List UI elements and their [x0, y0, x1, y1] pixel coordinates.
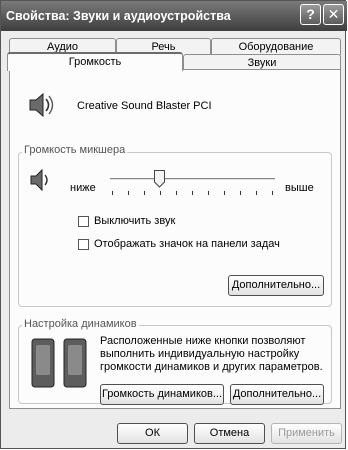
title-bar[interactable]: Свойства: Звуки и аудиоустройства ? ✕ [1, 1, 347, 31]
ok-button[interactable]: ОК [117, 423, 188, 444]
window-title: Свойства: Звуки и аудиоустройства [6, 9, 231, 23]
speaker-settings-label: Настройка динамиков [22, 318, 139, 330]
tray-icon-label[interactable]: Отображать значок на панели задач [94, 238, 280, 250]
volume-slider-track[interactable] [110, 178, 275, 181]
slider-tick [272, 191, 273, 195]
slider-tick [160, 191, 161, 195]
speaker-advanced-button[interactable]: Дополнительно... [230, 384, 324, 405]
device-name: Creative Sound Blaster PCI [77, 100, 212, 112]
slider-tick [192, 191, 193, 195]
slider-tick [176, 191, 177, 195]
slider-tick [144, 191, 145, 195]
speaker-settings-description: Расположенные ниже кнопки позволяют выпо… [100, 335, 323, 373]
volume-slider-thumb[interactable] [154, 170, 165, 188]
volume-low-label: ниже [70, 182, 96, 194]
slider-tick [128, 191, 129, 195]
tray-icon-checkbox[interactable] [78, 239, 89, 250]
volume-high-label: выше [285, 182, 314, 194]
speakers-icon [28, 333, 90, 393]
slider-tick [256, 191, 257, 195]
slider-tick [240, 191, 241, 195]
cancel-button[interactable]: Отмена [194, 423, 265, 444]
apply-button[interactable]: Применить [271, 423, 342, 444]
speaker-volume-button[interactable]: Громкость динамиков... [100, 384, 224, 405]
mixer-speaker-icon [28, 167, 54, 193]
close-button[interactable]: ✕ [323, 4, 344, 25]
slider-tick [208, 191, 209, 195]
volume-tab-panel: Creative Sound Blaster PCI Громкость мик… [9, 69, 341, 409]
mute-label[interactable]: Выключить звук [94, 215, 175, 227]
help-button[interactable]: ? [300, 4, 321, 25]
mixer-volume-label: Громкость микшера [22, 144, 128, 156]
mixer-advanced-button[interactable]: Дополнительно... [228, 275, 324, 296]
tab-hardware[interactable]: Оборудование [211, 38, 341, 55]
mute-checkbox[interactable] [78, 216, 89, 227]
tab-volume[interactable]: Громкость [7, 52, 183, 71]
speaker-icon [26, 90, 56, 120]
slider-tick [224, 191, 225, 195]
properties-dialog: Свойства: Звуки и аудиоустройства ? ✕ Ау… [0, 0, 347, 449]
slider-tick [112, 191, 113, 195]
